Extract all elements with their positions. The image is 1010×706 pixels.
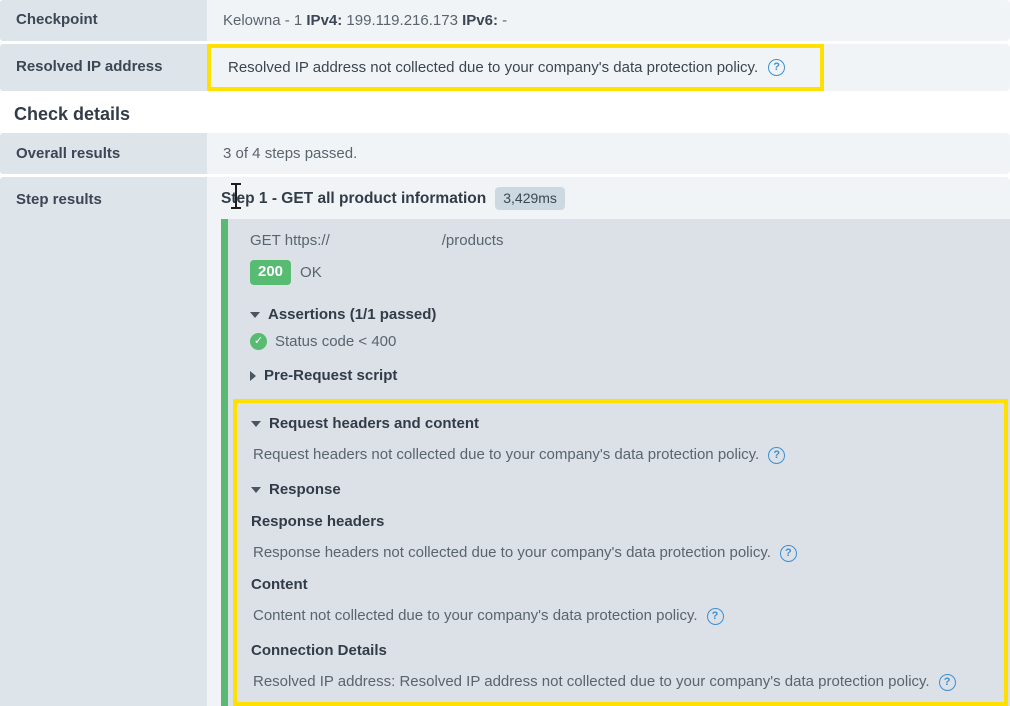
highlight-box-request-response: Request headers and content Request head… (233, 399, 1008, 706)
step-header[interactable]: Step 1 - GET all product information 3,4… (221, 183, 1010, 219)
status-code-badge: 200 (250, 260, 292, 285)
assertions-heading: Assertions (1/1 passed) (268, 306, 437, 323)
assertions-section: Assertions (1/1 passed) ✓ Status code < … (228, 289, 1010, 350)
help-circle-icon[interactable]: ? (779, 544, 797, 562)
assertions-toggle[interactable]: Assertions (1/1 passed) (250, 305, 1010, 325)
status-text: OK (300, 264, 322, 281)
ipv6-label: IPv6: (462, 12, 498, 29)
check-summary-table: Checkpoint Kelowna - 1 IPv4: 199.119.216… (0, 0, 1010, 91)
step-status-bar (221, 219, 228, 706)
row-value-checkpoint: Kelowna - 1 IPv4: 199.119.216.173 IPv6: … (207, 0, 1010, 41)
request-summary: GET https:// /products 200 OK (228, 219, 1010, 289)
request-headers-toggle[interactable]: Request headers and content (251, 414, 1004, 434)
check-details-table: Overall results 3 of 4 steps passed. Ste… (0, 133, 1010, 706)
response-content-message: Content not collected due to your compan… (253, 607, 698, 624)
caret-down-icon (251, 487, 261, 493)
assertion-text: Status code < 400 (275, 333, 397, 350)
table-row-checkpoint: Checkpoint Kelowna - 1 IPv4: 199.119.216… (0, 0, 1010, 41)
connection-details-section: Connection Details Resolved IP address: … (251, 641, 1004, 692)
resolved-ip-message: Resolved IP address not collected due to… (228, 59, 759, 76)
page-title: Check details (14, 104, 131, 124)
response-headers-message-row: Response headers not collected due to yo… (251, 543, 1004, 563)
step-results-column: Step 1 - GET all product information 3,4… (207, 177, 1010, 706)
help-circle-icon[interactable]: ? (768, 59, 786, 76)
response-content-label: Content (251, 576, 308, 593)
response-section: Response Response headers Response heade… (251, 480, 1004, 626)
help-circle-icon[interactable]: ? (706, 607, 724, 625)
response-headers-message: Response headers not collected due to yo… (253, 544, 771, 561)
table-row-overall-results: Overall results 3 of 4 steps passed. (0, 133, 1010, 174)
pre-request-script-heading: Pre-Request script (264, 367, 398, 384)
response-content-message-row: Content not collected due to your compan… (251, 606, 1004, 626)
help-circle-icon[interactable]: ? (768, 446, 786, 464)
row-filler (824, 44, 1010, 91)
response-status-line: 200 OK (250, 260, 1010, 285)
request-headers-message-row: Request headers not collected due to you… (251, 445, 1004, 465)
ipv4-label: IPv4: (306, 12, 343, 29)
row-label-overall-results: Overall results (0, 133, 207, 174)
step-body: GET https:// /products 200 OK Assertions … (221, 219, 1010, 706)
connection-details-heading: Connection Details (251, 642, 387, 659)
check-circle-icon: ✓ (250, 333, 267, 350)
row-label-checkpoint: Checkpoint (0, 0, 207, 41)
request-headers-message: Request headers not collected due to you… (253, 446, 760, 463)
row-label-resolved-ip: Resolved IP address (0, 44, 207, 91)
request-path: /products (441, 232, 504, 249)
response-toggle[interactable]: Response (251, 480, 1004, 500)
assertion-item: ✓ Status code < 400 (250, 333, 1010, 350)
step-detail-panel: GET https:// /products 200 OK Assertions … (228, 219, 1010, 706)
checkpoint-location: Kelowna - 1 (223, 12, 307, 29)
ipv4-value: 199.119.216.173 (342, 12, 463, 29)
help-circle-icon[interactable]: ? (938, 673, 956, 691)
text-cursor-icon (231, 183, 241, 209)
pre-request-script-section: Pre-Request script (228, 350, 1010, 386)
request-url-line: GET https:// /products (250, 231, 1010, 251)
response-headers-label: Response headers (251, 513, 385, 530)
step-duration-badge: 3,429ms (495, 187, 565, 210)
step-title-text: Step 1 - GET all product information (221, 189, 487, 207)
response-heading: Response (269, 481, 341, 498)
highlight-box-resolved-ip: Resolved IP address not collected due to… (207, 44, 824, 91)
row-value-overall-results: 3 of 4 steps passed. (207, 133, 1010, 174)
connection-details-message-row: Resolved IP address: Resolved IP address… (251, 672, 1004, 692)
caret-right-icon (250, 371, 256, 381)
connection-details-message: Resolved IP address: Resolved IP address… (253, 673, 930, 690)
request-method-host: GET https:// (250, 232, 330, 249)
ipv6-value: - (497, 12, 508, 29)
caret-down-icon (250, 312, 260, 318)
table-row-step-results: Step results Step 1 - GET all product in… (0, 177, 1010, 706)
caret-down-icon (251, 421, 261, 427)
pre-request-script-toggle[interactable]: Pre-Request script (250, 366, 1010, 386)
row-label-step-results: Step results (0, 177, 207, 706)
table-row-resolved-ip: Resolved IP address Resolved IP address … (0, 44, 1010, 91)
request-headers-heading: Request headers and content (269, 415, 480, 432)
